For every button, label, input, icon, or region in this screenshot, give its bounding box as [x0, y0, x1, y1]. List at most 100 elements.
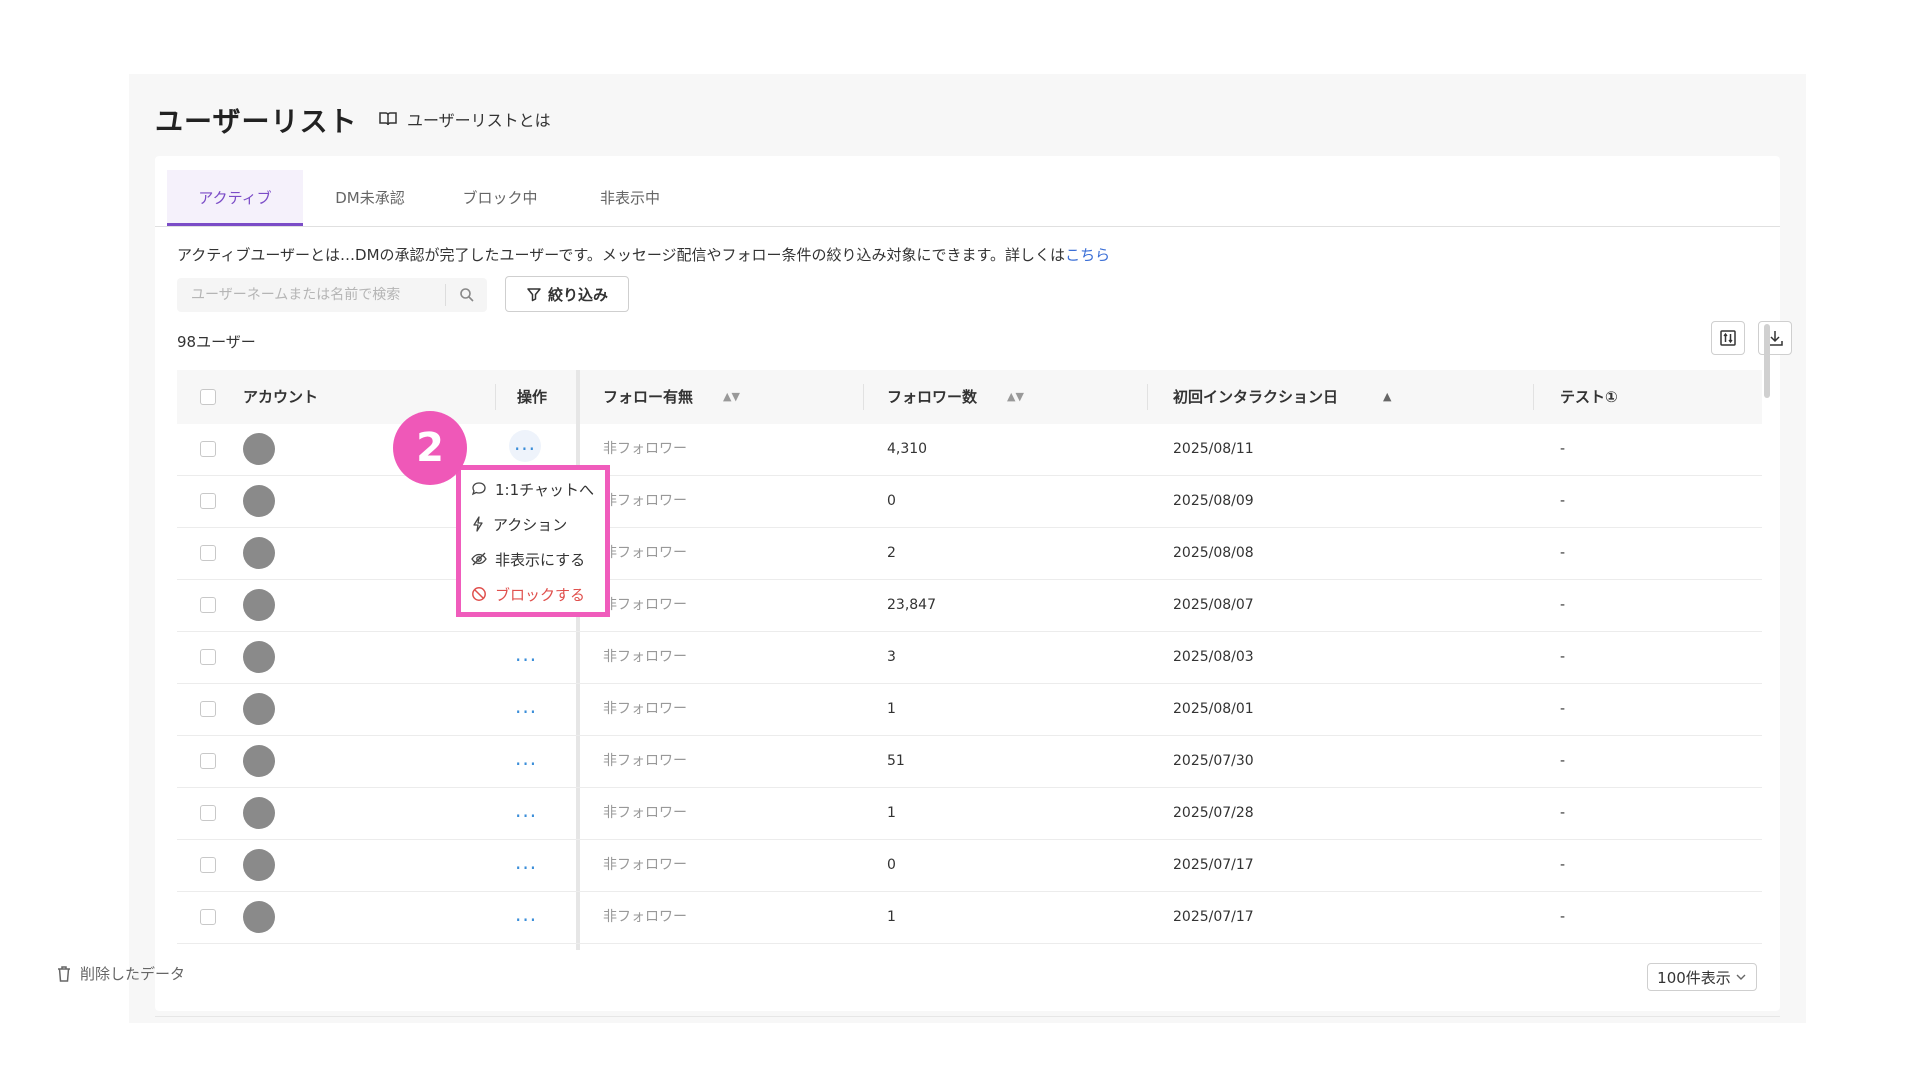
- header-follow-status[interactable]: フォロー有無: [603, 370, 693, 424]
- first-interaction-cell: 2025/07/30: [1173, 753, 1254, 769]
- table-row[interactable]: ... 非フォロワー 1 2025/08/01 -: [177, 684, 1762, 736]
- follower-count-cell: 0: [887, 857, 896, 873]
- sort-ascending-icon[interactable]: ▲: [1383, 370, 1391, 424]
- follow-status-cell: 非フォロワー: [603, 597, 687, 613]
- table-scrollbar[interactable]: [1764, 324, 1770, 398]
- row-more-button[interactable]: ...: [515, 632, 537, 683]
- tab-blocked[interactable]: ブロック中: [435, 170, 565, 226]
- filter-button[interactable]: 絞り込み: [505, 276, 629, 312]
- follower-count-cell: 2: [887, 545, 896, 561]
- follow-status-cell: 非フォロワー: [603, 753, 687, 769]
- table-row[interactable]: ... 非フォロワー 1 2025/07/17 -: [177, 892, 1762, 944]
- follow-status-cell: 非フォロワー: [603, 493, 687, 509]
- header-follower-count[interactable]: フォロワー数: [887, 370, 977, 424]
- header-first-interaction[interactable]: 初回インタラクション日: [1173, 370, 1338, 424]
- deleted-data-label: 削除したデータ: [80, 965, 186, 983]
- search-icon[interactable]: [459, 287, 475, 303]
- test-cell: -: [1560, 857, 1566, 873]
- lightning-icon: [473, 516, 483, 532]
- follower-count-cell: 0: [887, 493, 896, 509]
- row-checkbox[interactable]: [200, 753, 216, 769]
- row-checkbox[interactable]: [200, 805, 216, 821]
- search-input[interactable]: [177, 278, 445, 312]
- row-more-button[interactable]: ...: [515, 736, 537, 787]
- filter-icon: [527, 288, 541, 302]
- follower-count-cell: 1: [887, 805, 896, 821]
- help-link[interactable]: ユーザーリストとは: [379, 107, 551, 131]
- select-all-checkbox[interactable]: [200, 389, 216, 405]
- description-link[interactable]: こちら: [1065, 246, 1110, 264]
- row-checkbox[interactable]: [200, 857, 216, 873]
- row-checkbox[interactable]: [200, 441, 216, 457]
- first-interaction-cell: 2025/08/08: [1173, 545, 1254, 561]
- avatar: [243, 849, 275, 881]
- avatar: [243, 641, 275, 673]
- row-checkbox[interactable]: [200, 701, 216, 717]
- table-row[interactable]: 非フォロワー 2 2025/08/08 -: [177, 528, 1762, 580]
- deleted-data-link[interactable]: 削除したデータ: [56, 963, 185, 984]
- row-checkbox[interactable]: [200, 649, 216, 665]
- column-settings-icon: [1720, 330, 1736, 346]
- first-interaction-cell: 2025/08/07: [1173, 597, 1254, 613]
- menu-item-chat-label: 1:1チャットへ: [495, 480, 594, 499]
- row-checkbox[interactable]: [200, 493, 216, 509]
- book-icon: [379, 112, 397, 126]
- tab-dm-unapproved[interactable]: DM未承認: [315, 170, 425, 226]
- sort-icon[interactable]: ▲▼: [723, 370, 740, 424]
- avatar: [243, 901, 275, 933]
- follow-status-cell: 非フォロワー: [603, 805, 687, 821]
- search-divider: [445, 284, 446, 306]
- avatar: [243, 537, 275, 569]
- menu-item-action-label: アクション: [493, 515, 568, 534]
- row-more-button[interactable]: ...: [515, 892, 537, 943]
- description-text: アクティブユーザーとは…DMの承認が完了したユーザーです。メッセージ配信やフォロ…: [177, 246, 1066, 264]
- tab-hidden[interactable]: 非表示中: [575, 170, 685, 226]
- menu-item-chat[interactable]: 1:1チャットへ: [471, 475, 594, 503]
- follower-count-cell: 51: [887, 753, 905, 769]
- sort-icon[interactable]: ▲▼: [1007, 370, 1024, 424]
- row-more-button[interactable]: ...: [515, 684, 537, 735]
- tab-description: アクティブユーザーとは…DMの承認が完了したユーザーです。メッセージ配信やフォロ…: [177, 244, 1110, 265]
- avatar: [243, 433, 275, 465]
- follower-count-cell: 1: [887, 909, 896, 925]
- test-cell: -: [1560, 597, 1566, 613]
- header-actions: 操作: [517, 388, 548, 406]
- column-separator: [1533, 384, 1534, 410]
- tab-active[interactable]: アクティブ: [167, 170, 303, 226]
- page-size-select[interactable]: 100件表示: [1647, 963, 1757, 991]
- table-row[interactable]: ... 非フォロワー 51 2025/07/30 -: [177, 736, 1762, 788]
- avatar: [243, 693, 275, 725]
- follow-status-cell: 非フォロワー: [603, 649, 687, 665]
- test-cell: -: [1560, 909, 1566, 925]
- row-more-button[interactable]: ...: [515, 840, 537, 891]
- row-more-button[interactable]: ...: [509, 430, 541, 462]
- table-row[interactable]: ... 非フォロワー 1 2025/07/28 -: [177, 788, 1762, 840]
- column-separator: [863, 384, 864, 410]
- first-interaction-cell: 2025/08/03: [1173, 649, 1254, 665]
- user-count: 98ユーザー: [177, 333, 256, 351]
- table-row[interactable]: 非フォロワー 23,847 2025/08/07 -: [177, 580, 1762, 632]
- row-action-menu: 1:1チャットへ アクション 非表示にする ブロックする: [456, 465, 610, 617]
- table-row[interactable]: 非フォロワー 0 2025/08/09 -: [177, 476, 1762, 528]
- search-box: [177, 278, 487, 312]
- first-interaction-cell: 2025/08/01: [1173, 701, 1254, 717]
- column-separator: [1147, 384, 1148, 410]
- row-checkbox[interactable]: [200, 597, 216, 613]
- table-row[interactable]: ... 非フォロワー 3 2025/08/03 -: [177, 632, 1762, 684]
- follower-count-cell: 3: [887, 649, 896, 665]
- row-checkbox[interactable]: [200, 545, 216, 561]
- column-settings-button[interactable]: [1711, 321, 1745, 355]
- menu-item-block[interactable]: ブロックする: [471, 580, 585, 608]
- menu-item-action[interactable]: アクション: [471, 510, 567, 538]
- follow-status-cell: 非フォロワー: [603, 545, 687, 561]
- menu-item-hide[interactable]: 非表示にする: [471, 545, 585, 573]
- follower-count-cell: 23,847: [887, 597, 936, 613]
- follow-status-cell: 非フォロワー: [603, 441, 687, 457]
- step-badge: 2: [393, 411, 467, 485]
- menu-item-hide-label: 非表示にする: [495, 550, 586, 569]
- table-row[interactable]: ... 非フォロワー 0 2025/07/17 -: [177, 840, 1762, 892]
- row-checkbox[interactable]: [200, 909, 216, 925]
- row-more-button[interactable]: ...: [515, 788, 537, 839]
- avatar: [243, 485, 275, 517]
- follow-status-cell: 非フォロワー: [603, 701, 687, 717]
